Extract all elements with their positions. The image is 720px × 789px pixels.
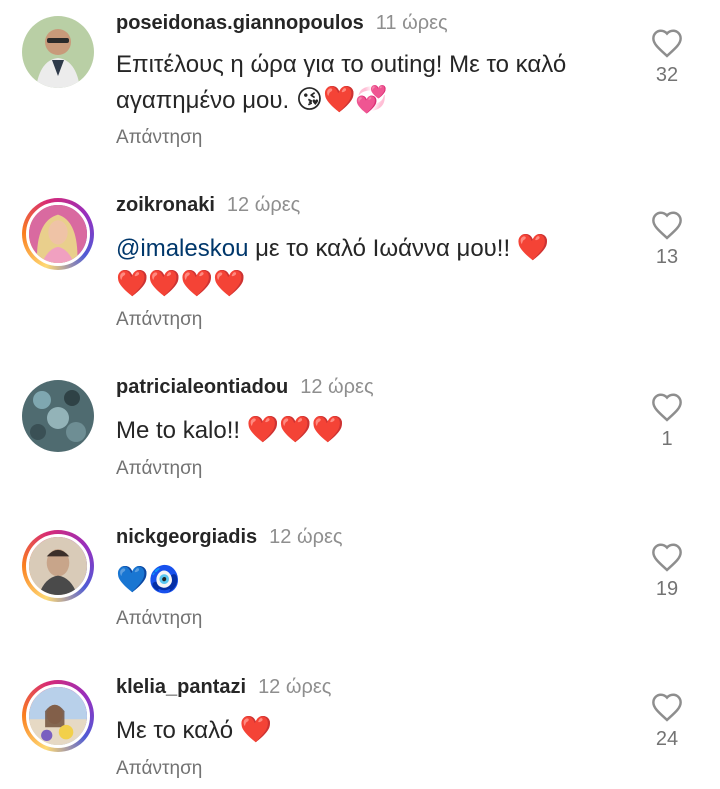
comment-body: Me to kalo!! (116, 417, 241, 444)
comment-emoji: ❤️❤️❤️ (246, 414, 344, 444)
comment-item: nickgeorgiadis 12 ώρες 💙🧿 Απάντηση 19 (0, 524, 720, 634)
heart-outline-icon[interactable] (650, 28, 684, 58)
like-count: 19 (655, 578, 679, 600)
heart-outline-icon[interactable] (650, 210, 684, 240)
comment-time: 12 ώρες (226, 194, 301, 216)
comment-username[interactable]: zoikronaki (116, 194, 215, 216)
comment-item: patricialeontiadou 12 ώρες Me to kalo!! ❤… (0, 374, 720, 484)
avatar[interactable] (22, 680, 94, 752)
heart-outline-icon[interactable] (650, 392, 684, 422)
comment-item: zoikronaki 12 ώρες @imaleskou με το καλό … (0, 192, 720, 342)
comment-emoji: 😘❤️💞 (295, 84, 388, 114)
like-count: 13 (655, 246, 679, 268)
reply-button[interactable]: Απάντηση (116, 608, 202, 630)
comment-text: 💙🧿 (116, 562, 616, 598)
comment-text: Me to kalo!! ❤️❤️❤️ (116, 412, 616, 448)
comment-body: Με το καλό (116, 717, 234, 744)
like-count: 32 (655, 64, 679, 86)
reply-button[interactable]: Απάντηση (116, 458, 202, 480)
comment-time: 12 ώρες (300, 376, 374, 398)
comment-username[interactable]: poseidonas.giannopoulos (116, 12, 364, 34)
like-count: 24 (655, 728, 679, 750)
comment-time: 12 ώρες (258, 676, 332, 698)
comment-time: 11 ώρες (375, 12, 448, 34)
comment-text: Με το καλό ❤️ (116, 712, 616, 748)
comment-username[interactable]: nickgeorgiadis (116, 526, 257, 548)
avatar[interactable] (22, 530, 94, 602)
avatar[interactable] (22, 380, 94, 452)
comment-text: Επιτέλους η ώρα για το outing! Με το καλ… (116, 48, 616, 118)
comment-emoji: ❤️ (239, 714, 273, 744)
heart-outline-icon[interactable] (650, 542, 684, 572)
comment-text: @imaleskou με το καλό Ιωάννα μου!! ❤️ ❤️… (116, 230, 616, 302)
comment-username[interactable]: klelia_pantazi (116, 676, 246, 698)
comment-body: με το καλό Ιωάννα μου!! (255, 235, 511, 262)
comment-item: poseidonas.giannopoulos 11 ώρες Επιτέλους… (0, 10, 720, 160)
mention-link[interactable]: @imaleskou (116, 235, 248, 262)
reply-button[interactable]: Απάντηση (116, 127, 202, 149)
reply-button[interactable]: Απάντηση (116, 758, 202, 780)
comment-time: 12 ώρες (269, 526, 343, 548)
comment-emoji-line2: ❤️❤️❤️❤️ (116, 268, 246, 298)
avatar[interactable] (22, 16, 94, 88)
heart-outline-icon[interactable] (650, 692, 684, 722)
comment-username[interactable]: patricialeontiadou (116, 376, 288, 398)
avatar[interactable] (22, 198, 94, 270)
comment-emoji: ❤️ (516, 232, 550, 262)
like-count: 1 (661, 428, 673, 450)
reply-button[interactable]: Απάντηση (116, 309, 202, 331)
comment-emoji: 💙🧿 (116, 564, 181, 594)
comment-item: klelia_pantazi 12 ώρες Με το καλό ❤️ Απάν… (0, 674, 720, 784)
